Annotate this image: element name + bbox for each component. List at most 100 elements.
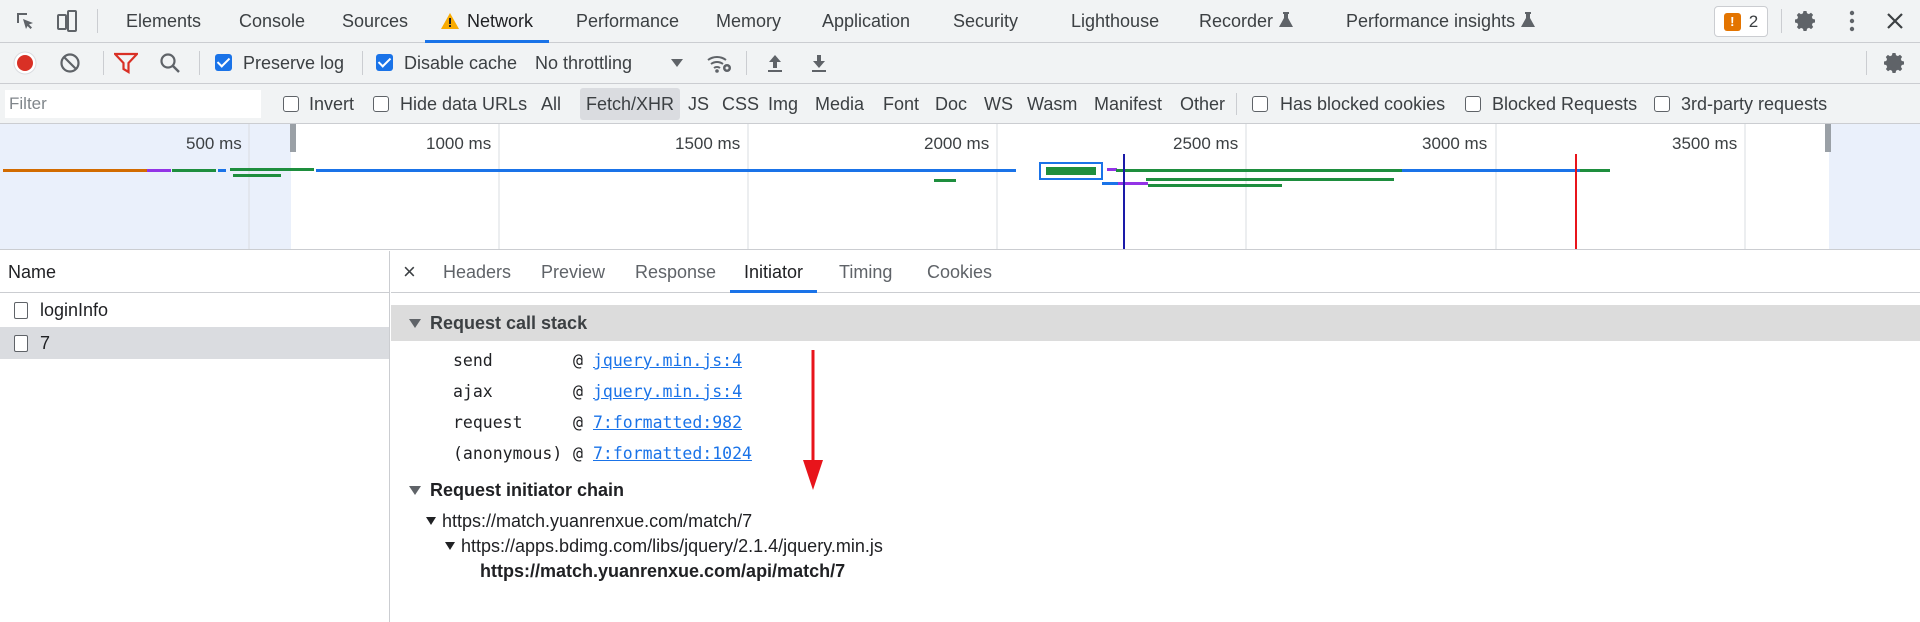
disable-cache-checkbox[interactable] bbox=[376, 54, 393, 71]
request-call-stack-header[interactable]: Request call stack bbox=[391, 305, 1920, 341]
tab-cookies[interactable]: Cookies bbox=[927, 251, 992, 293]
clear-icon[interactable] bbox=[55, 48, 85, 78]
initiator-chain-item[interactable]: https://match.yuanrenxue.com/match/7 bbox=[426, 509, 752, 534]
timeline-tick: 2000 ms bbox=[924, 134, 990, 153]
function-name: request bbox=[453, 413, 523, 432]
search-icon[interactable] bbox=[155, 48, 185, 78]
inspect-element-icon[interactable] bbox=[10, 6, 40, 36]
filter-type-img[interactable]: Img bbox=[762, 88, 804, 120]
filter-type-doc[interactable]: Doc bbox=[929, 88, 973, 120]
issues-count: 2 bbox=[1748, 11, 1759, 31]
tab-sources[interactable]: Sources bbox=[342, 0, 408, 43]
name-column-header[interactable]: Name bbox=[0, 251, 389, 293]
more-options-icon[interactable] bbox=[1837, 6, 1867, 36]
filter-type-wasm[interactable]: Wasm bbox=[1021, 88, 1083, 120]
tab-recorder-label: Recorder bbox=[1199, 11, 1274, 31]
tab-console[interactable]: Console bbox=[239, 0, 305, 43]
blocked-requests-checkbox[interactable] bbox=[1465, 96, 1481, 112]
throttling-select[interactable]: No throttling bbox=[535, 43, 632, 84]
file-icon bbox=[14, 335, 28, 352]
settings-gear-icon[interactable] bbox=[1791, 6, 1821, 36]
blocked-requests-label[interactable]: Blocked Requests bbox=[1492, 84, 1637, 124]
request-row-7[interactable]: 7 bbox=[0, 327, 389, 359]
network-conditions-icon[interactable] bbox=[704, 48, 734, 78]
initiator-chain-item[interactable]: https://apps.bdimg.com/libs/jquery/2.1.4… bbox=[445, 534, 883, 559]
network-overview[interactable]: 500 ms 1000 ms 1500 ms 2000 ms 2500 ms 3… bbox=[0, 124, 1920, 250]
tab-application[interactable]: Application bbox=[822, 0, 910, 43]
tab-network[interactable]: Network bbox=[425, 0, 550, 45]
source-link[interactable]: jquery.min.js:4 bbox=[593, 345, 742, 376]
hide-data-urls-checkbox[interactable] bbox=[373, 96, 389, 112]
tab-performance[interactable]: Performance bbox=[576, 0, 679, 43]
has-blocked-cookies-label[interactable]: Has blocked cookies bbox=[1280, 84, 1445, 124]
request-row-logininfo[interactable]: loginInfo bbox=[0, 294, 389, 326]
source-link[interactable]: 7:formatted:982 bbox=[593, 407, 742, 438]
filter-type-css[interactable]: CSS bbox=[716, 88, 765, 120]
has-blocked-cookies-checkbox[interactable] bbox=[1252, 96, 1268, 112]
issue-icon: ! bbox=[1723, 12, 1741, 31]
filter-icon[interactable] bbox=[111, 48, 141, 78]
tab-recorder[interactable]: Recorder bbox=[1199, 0, 1294, 44]
source-link[interactable]: jquery.min.js:4 bbox=[593, 376, 742, 407]
at-symbol: @ bbox=[573, 382, 583, 401]
filter-type-ws[interactable]: WS bbox=[978, 88, 1019, 120]
initiator-url: https://match.yuanrenxue.com/match/7 bbox=[442, 511, 753, 531]
section-title: Request initiator chain bbox=[430, 480, 625, 500]
filter-type-manifest[interactable]: Manifest bbox=[1088, 88, 1168, 120]
invert-checkbox[interactable] bbox=[283, 96, 299, 112]
request-detail-pane: × Headers Preview Response Initiator Tim… bbox=[391, 251, 1920, 622]
filter-input[interactable] bbox=[5, 90, 261, 118]
third-party-requests-checkbox[interactable] bbox=[1654, 96, 1670, 112]
filter-bar: Invert Hide data URLs All Fetch/XHR JS C… bbox=[0, 84, 1920, 124]
warning-icon bbox=[441, 2, 459, 45]
tab-response[interactable]: Response bbox=[635, 251, 716, 293]
dropdown-arrow-icon[interactable] bbox=[662, 48, 692, 78]
function-name: (anonymous) bbox=[453, 444, 563, 463]
tab-performance-insights-label: Performance insights bbox=[1346, 11, 1516, 31]
function-name: ajax bbox=[453, 382, 493, 401]
timeline-tick: 1000 ms bbox=[426, 134, 492, 153]
filter-type-font[interactable]: Font bbox=[877, 88, 925, 120]
filter-type-media[interactable]: Media bbox=[809, 88, 870, 120]
devtools-tab-bar: Elements Console Sources Network Perform… bbox=[0, 0, 1920, 43]
source-link[interactable]: 7:formatted:1024 bbox=[593, 438, 752, 469]
device-toolbar-icon[interactable] bbox=[52, 6, 82, 36]
third-party-requests-label[interactable]: 3rd-party requests bbox=[1681, 84, 1827, 124]
request-list: Name loginInfo 7 bbox=[0, 251, 390, 622]
close-detail-icon[interactable]: × bbox=[403, 251, 416, 293]
record-icon[interactable] bbox=[10, 48, 40, 78]
close-devtools-icon[interactable] bbox=[1880, 6, 1910, 36]
filter-type-all[interactable]: All bbox=[535, 88, 567, 120]
export-har-icon[interactable] bbox=[804, 48, 834, 78]
request-initiator-chain-header[interactable]: Request initiator chain bbox=[391, 472, 1920, 508]
preserve-log-checkbox[interactable] bbox=[215, 54, 232, 71]
expand-triangle-icon bbox=[409, 319, 421, 328]
issues-counter-button[interactable]: ! 2 bbox=[1714, 6, 1768, 37]
tab-lighthouse[interactable]: Lighthouse bbox=[1071, 0, 1159, 43]
timeline-tick: 3000 ms bbox=[1422, 134, 1488, 153]
expand-triangle-icon bbox=[409, 486, 421, 495]
experiment-flask-icon bbox=[1279, 1, 1294, 44]
network-settings-gear-icon[interactable] bbox=[1880, 48, 1910, 78]
request-name: loginInfo bbox=[40, 300, 109, 320]
import-har-icon[interactable] bbox=[760, 48, 790, 78]
tab-memory[interactable]: Memory bbox=[716, 0, 781, 43]
tab-performance-insights[interactable]: Performance insights bbox=[1346, 0, 1536, 43]
tab-initiator[interactable]: Initiator bbox=[730, 251, 818, 293]
initiator-url: https://apps.bdimg.com/libs/jquery/2.1.4… bbox=[461, 536, 883, 556]
invert-label[interactable]: Invert bbox=[309, 84, 354, 124]
initiator-chain-current[interactable]: https://match.yuanrenxue.com/api/match/7 bbox=[480, 559, 845, 584]
tab-timing[interactable]: Timing bbox=[839, 251, 892, 293]
tab-elements[interactable]: Elements bbox=[126, 0, 201, 43]
timeline-tick: 3500 ms bbox=[1672, 134, 1738, 153]
hide-data-urls-label[interactable]: Hide data URLs bbox=[400, 84, 527, 124]
preserve-log-label[interactable]: Preserve log bbox=[243, 43, 344, 84]
tab-security[interactable]: Security bbox=[953, 0, 1018, 43]
disable-cache-label[interactable]: Disable cache bbox=[404, 43, 517, 84]
initiator-url: https://match.yuanrenxue.com/api/match/7 bbox=[480, 561, 846, 581]
filter-type-js[interactable]: JS bbox=[682, 88, 715, 120]
filter-type-fetch-xhr[interactable]: Fetch/XHR bbox=[580, 88, 681, 120]
filter-type-other[interactable]: Other bbox=[1174, 88, 1231, 120]
tab-preview[interactable]: Preview bbox=[541, 251, 605, 293]
tab-headers[interactable]: Headers bbox=[443, 251, 511, 293]
